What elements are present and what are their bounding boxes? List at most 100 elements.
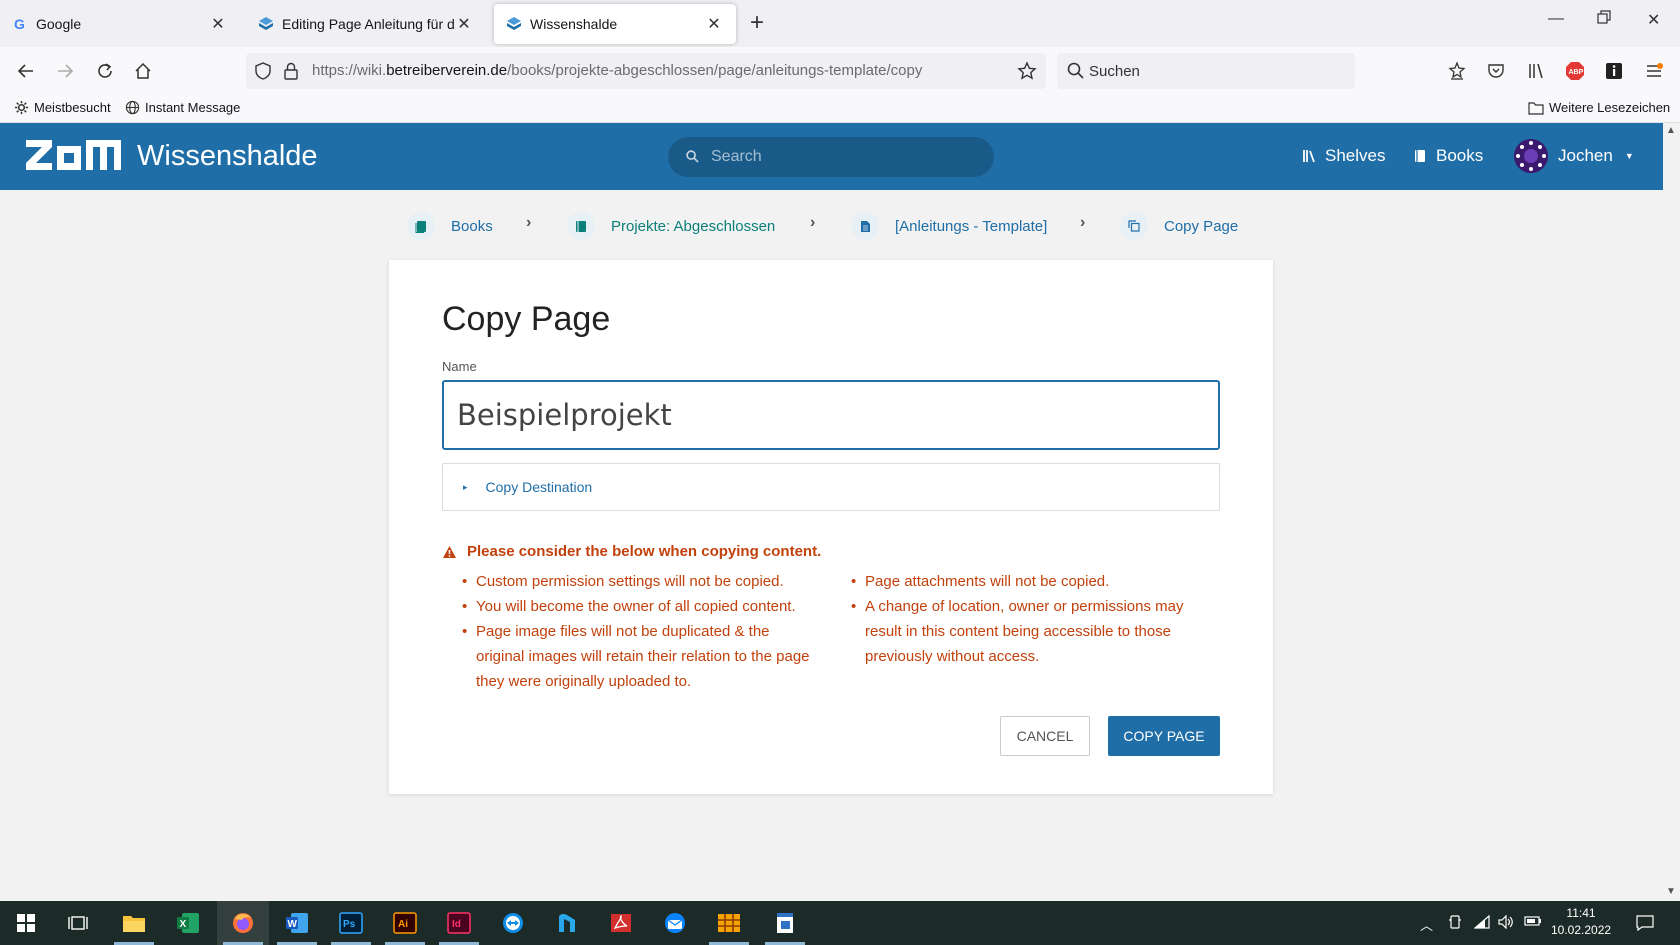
shield-icon[interactable] (254, 62, 272, 85)
breadcrumb-page[interactable]: [Anleitungs - Template] (851, 212, 1047, 240)
user-menu[interactable]: Jochen ▼ (1558, 146, 1634, 166)
breadcrumb-book[interactable]: Projekte: Abgeschlossen (567, 212, 775, 240)
minimize-icon[interactable]: — (1548, 10, 1564, 28)
shelves-icon (1303, 149, 1315, 163)
task-view-icon[interactable] (52, 901, 104, 945)
tab-google[interactable]: G Google ✕ (0, 4, 240, 44)
window-close-icon[interactable]: ✕ (1647, 10, 1660, 30)
indesign-icon[interactable]: Id (433, 901, 485, 945)
breadcrumb-books[interactable]: Books (407, 212, 493, 240)
url-text[interactable]: https://wiki.betreiberverein.de/books/pr… (312, 62, 922, 79)
copy-destination-label: Copy Destination (485, 479, 593, 495)
breadcrumb-label: [Anleitungs - Template] (895, 217, 1048, 235)
windows-taskbar: X W Ps Ai Id ︿ 11:41 10.02.2022 (0, 901, 1680, 945)
svg-text:G: G (14, 17, 25, 31)
menu-icon[interactable] (1642, 59, 1666, 83)
battery-icon[interactable] (1524, 915, 1542, 930)
device-icon[interactable] (1448, 915, 1462, 932)
word-icon[interactable]: W (271, 901, 323, 945)
photoshop-icon[interactable]: Ps (325, 901, 377, 945)
name-input[interactable] (442, 380, 1220, 450)
svg-text:Ai: Ai (398, 919, 408, 930)
notifications-icon[interactable] (1636, 915, 1654, 934)
chevron-up-icon[interactable]: ︿ (1420, 915, 1433, 934)
breadcrumb-current[interactable]: Copy Page (1120, 212, 1238, 240)
page-scrollbar[interactable]: ▲ ▼ (1663, 123, 1680, 901)
url-domain: betreiberverein.de (386, 62, 508, 79)
browser-tab-bar: G Google ✕ Editing Page Anleitung für da… (0, 0, 1680, 47)
copy-page-card: Copy Page Name ▸ Copy Destination Please… (389, 260, 1273, 794)
tab-wissenshalde[interactable]: Wissenshalde ✕ (494, 4, 736, 44)
page-title: Copy Page (442, 300, 611, 338)
copy-icon (1120, 212, 1148, 240)
windows-start-icon[interactable] (0, 901, 52, 945)
bookmark-instant-message[interactable]: Instant Message (125, 100, 240, 115)
browser-search-input[interactable]: Suchen (1057, 53, 1355, 89)
volume-icon[interactable] (1498, 914, 1514, 932)
new-tab-icon[interactable]: + (750, 11, 764, 35)
close-icon[interactable]: ✕ (208, 14, 228, 34)
url-bar[interactable]: https://wiki.betreiberverein.de/books/pr… (246, 53, 1046, 89)
teamviewer-icon[interactable] (487, 901, 539, 945)
warning-item: A change of location, owner or permissio… (851, 594, 1201, 669)
reload-icon[interactable] (93, 59, 117, 83)
lock-icon[interactable] (283, 62, 299, 85)
tab-editing-page[interactable]: Editing Page Anleitung für das I ✕ (246, 4, 486, 44)
bookmark-star-icon[interactable] (1017, 61, 1037, 86)
svg-text:X: X (180, 919, 187, 930)
taskbar-clock[interactable]: 11:41 10.02.2022 (1551, 905, 1611, 939)
search-input[interactable]: Search (668, 137, 994, 177)
cancel-button[interactable]: CANCEL (1000, 716, 1090, 756)
svg-text:ABP: ABP (1569, 69, 1584, 76)
excel-icon[interactable]: X (162, 901, 214, 945)
acrobat-icon[interactable] (595, 901, 647, 945)
wifi-icon[interactable] (1473, 914, 1490, 932)
nav-books-label: Books (1436, 146, 1484, 165)
bookstack-icon (506, 16, 522, 32)
browser-toolbar: https://wiki.betreiberverein.de/books/pr… (0, 47, 1680, 95)
notepad-icon[interactable] (759, 901, 811, 945)
nav-shelves[interactable]: Shelves (1303, 146, 1385, 166)
back-icon[interactable] (14, 59, 38, 83)
copy-destination-toggle[interactable]: ▸ Copy Destination (442, 463, 1220, 511)
clock-date: 10.02.2022 (1551, 923, 1612, 937)
save-to-pocket-icon[interactable] (1445, 59, 1469, 83)
restore-icon[interactable] (1597, 10, 1611, 29)
library-icon[interactable] (1524, 59, 1548, 83)
firefox-icon[interactable] (217, 901, 269, 945)
warning-list-right: Page attachments will not be copied. A c… (851, 569, 1201, 669)
books-icon (407, 212, 435, 240)
file-explorer-icon[interactable] (108, 901, 160, 945)
search-placeholder: Suchen (1089, 63, 1140, 80)
avatar[interactable] (1514, 139, 1548, 173)
app-grid-icon[interactable] (703, 901, 755, 945)
bookmark-label: Meistbesucht (34, 100, 111, 115)
bookstack-icon (258, 16, 274, 32)
gear-icon (14, 100, 29, 115)
thunderbird-icon[interactable] (649, 901, 701, 945)
bookmark-meistbesucht[interactable]: Meistbesucht (14, 100, 111, 115)
adblock-icon[interactable]: ABP (1563, 59, 1587, 83)
nav-shelves-label: Shelves (1325, 146, 1386, 165)
close-icon[interactable]: ✕ (704, 14, 724, 34)
tab-label: Editing Page Anleitung für das I (282, 16, 454, 32)
home-icon[interactable] (131, 59, 155, 83)
zam-logo[interactable] (26, 140, 121, 170)
illustrator-icon[interactable]: Ai (379, 901, 431, 945)
caret-right-icon: ▸ (463, 481, 468, 492)
forward-icon[interactable] (53, 59, 77, 83)
nav-books[interactable]: Books (1414, 146, 1483, 166)
close-icon[interactable]: ✕ (454, 14, 474, 34)
app-n-icon[interactable] (541, 901, 593, 945)
warning-icon (442, 545, 457, 559)
chevron-right-icon: › (1080, 214, 1086, 231)
warning-item: Custom permission settings will not be c… (462, 569, 822, 594)
bookmark-other-folder[interactable]: Weitere Lesezeichen (1528, 100, 1670, 115)
copy-page-button[interactable]: COPY PAGE (1108, 716, 1220, 756)
caret-down-icon: ▼ (1624, 151, 1634, 161)
scroll-down-icon[interactable]: ▼ (1666, 886, 1676, 897)
info-icon[interactable] (1602, 59, 1626, 83)
site-name[interactable]: Wissenshalde (137, 140, 318, 173)
pocket-icon[interactable] (1484, 59, 1508, 83)
scroll-up-icon[interactable]: ▲ (1666, 125, 1676, 136)
